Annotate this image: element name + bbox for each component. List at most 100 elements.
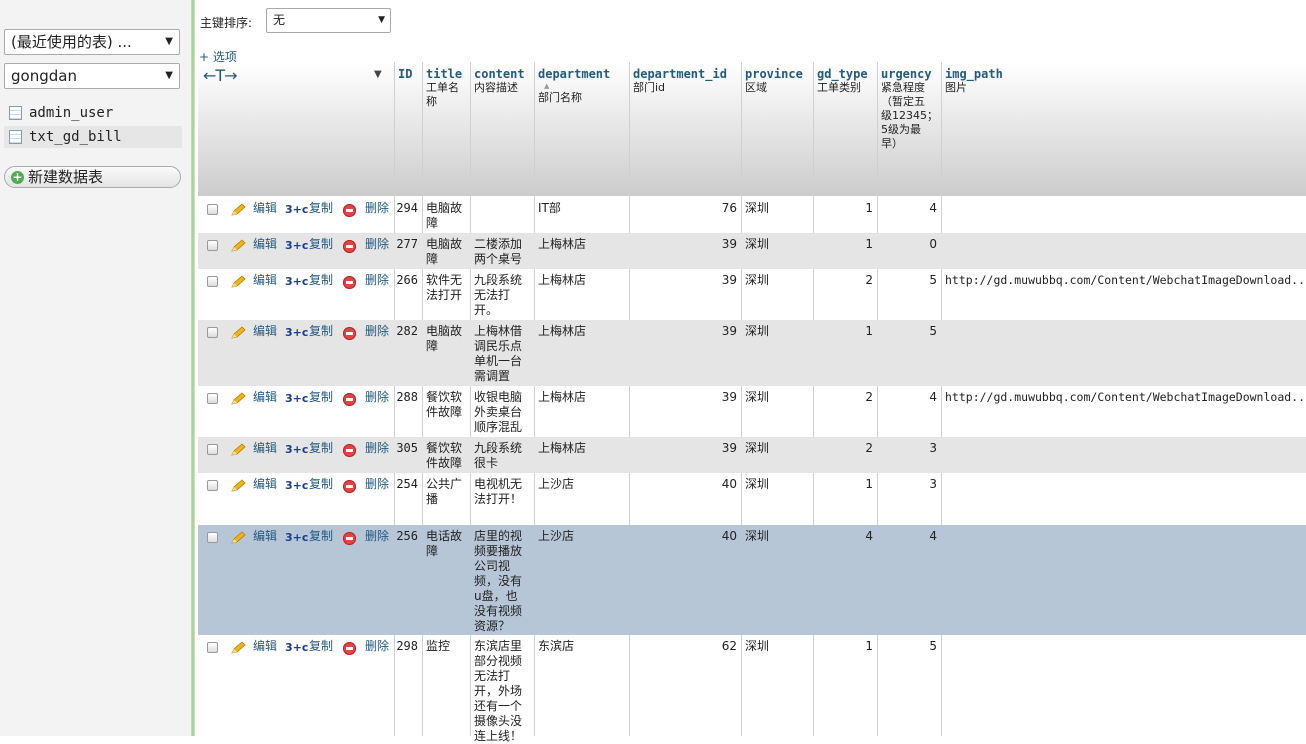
cell-urgency[interactable]: 4: [877, 201, 937, 216]
cell-urgency[interactable]: 5: [877, 639, 937, 654]
delete-icon[interactable]: [343, 276, 356, 289]
column-arrows-icon[interactable]: ←T→: [203, 66, 238, 85]
column-name[interactable]: department_id: [633, 67, 739, 81]
table-item-admin-user[interactable]: admin_user: [4, 102, 182, 124]
delete-icon[interactable]: [343, 480, 356, 493]
edit-icon[interactable]: [230, 392, 246, 406]
delete-button[interactable]: 删除: [365, 273, 389, 288]
database-select[interactable]: gongdan ▼: [4, 63, 180, 89]
cell-department-id[interactable]: 39: [629, 441, 737, 456]
table-row[interactable]: 编辑 3+c 复制 删除 254 公共广 播电视机无 法打开！ 上沙店 40 深圳 1 3: [198, 473, 1306, 525]
edit-icon[interactable]: [230, 531, 246, 545]
cell-id[interactable]: 282: [394, 324, 418, 339]
cell-department-id[interactable]: 40: [629, 529, 737, 544]
row-checkbox[interactable]: [207, 444, 218, 455]
copy-icon[interactable]: 3+c: [285, 326, 308, 339]
column-name[interactable]: content: [474, 67, 532, 81]
copy-icon[interactable]: 3+c: [285, 479, 308, 492]
cell-gd-type[interactable]: 1: [813, 201, 873, 216]
column-name[interactable]: department: [538, 67, 628, 81]
table-row[interactable]: 编辑 3+c 复制 删除 288 餐饮软 件故障 收银电脑 外卖桌台 顺序混乱 上梅林店 39 深…: [198, 386, 1306, 437]
delete-icon[interactable]: [343, 204, 356, 217]
edit-button[interactable]: 编辑: [253, 201, 277, 216]
cell-department[interactable]: 上梅林店: [538, 237, 628, 252]
column-header-title[interactable]: title 工单名 称: [426, 67, 470, 109]
column-header-department[interactable]: department ▲ 部门名称: [538, 67, 628, 105]
cell-gd-type[interactable]: 2: [813, 273, 873, 288]
cell-id[interactable]: 298: [394, 639, 418, 654]
cell-content[interactable]: 九段系统 无法打 开。: [474, 273, 532, 318]
column-header-img-path[interactable]: img_path 图片: [945, 67, 1305, 95]
row-checkbox[interactable]: [207, 642, 218, 653]
copy-button[interactable]: 复制: [309, 237, 333, 252]
cell-title[interactable]: 电脑故 障: [426, 237, 470, 267]
edit-icon[interactable]: [230, 203, 246, 217]
table-row[interactable]: 编辑 3+c 复制 删除 294 电脑故 障 IT部 76 深圳 1 4: [198, 197, 1306, 233]
copy-icon[interactable]: 3+c: [285, 392, 308, 405]
new-table-button[interactable]: + 新建数据表: [4, 166, 181, 188]
cell-gd-type[interactable]: 1: [813, 477, 873, 492]
column-name[interactable]: img_path: [945, 67, 1305, 81]
copy-button[interactable]: 复制: [309, 441, 333, 456]
copy-button[interactable]: 复制: [309, 324, 333, 339]
edit-icon[interactable]: [230, 443, 246, 457]
row-checkbox[interactable]: [207, 240, 218, 251]
cell-department-id[interactable]: 39: [629, 324, 737, 339]
table-row[interactable]: 编辑 3+c 复制 删除 256 电话故 障店里的视 频要播放 公司视 频，没有 u盘，也…: [198, 525, 1306, 635]
table-row[interactable]: 编辑 3+c 复制 删除 266 软件无 法打开 九段系统 无法打 开。 上梅林店 39 深圳 2 5…: [198, 269, 1306, 320]
column-header-ID[interactable]: ID: [398, 67, 422, 81]
cell-gd-type[interactable]: 1: [813, 324, 873, 339]
row-checkbox[interactable]: [207, 204, 218, 215]
cell-img-path[interactable]: http://gd.muwubbq.com/Content/WebchatIma…: [945, 390, 1306, 405]
column-menu-icon[interactable]: ▼: [374, 69, 382, 80]
column-header-urgency[interactable]: urgency 紧急程度 （暂定五 级12345； 5级为最 早）: [881, 67, 939, 151]
sort-by-key-select[interactable]: 无 ▼: [266, 8, 391, 33]
cell-province[interactable]: 深圳: [745, 201, 811, 216]
edit-button[interactable]: 编辑: [253, 529, 277, 544]
delete-icon[interactable]: [343, 240, 356, 253]
cell-province[interactable]: 深圳: [745, 477, 811, 492]
recent-tables-select[interactable]: (最近使用的表) ... ▼: [4, 29, 180, 55]
cell-title[interactable]: 电话故 障: [426, 529, 470, 559]
cell-province[interactable]: 深圳: [745, 237, 811, 252]
cell-title[interactable]: 软件无 法打开: [426, 273, 470, 303]
column-name[interactable]: title: [426, 67, 470, 81]
cell-province[interactable]: 深圳: [745, 273, 811, 288]
cell-gd-type[interactable]: 1: [813, 639, 873, 654]
delete-icon[interactable]: [343, 642, 356, 655]
copy-icon[interactable]: 3+c: [285, 531, 308, 544]
cell-urgency[interactable]: 3: [877, 477, 937, 492]
row-checkbox[interactable]: [207, 393, 218, 404]
copy-icon[interactable]: 3+c: [285, 203, 308, 216]
edit-icon[interactable]: [230, 641, 246, 655]
edit-icon[interactable]: [230, 479, 246, 493]
cell-content[interactable]: 九段系统 很卡: [474, 441, 532, 471]
delete-button[interactable]: 删除: [365, 201, 389, 216]
cell-id[interactable]: 266: [394, 273, 418, 288]
cell-gd-type[interactable]: 2: [813, 441, 873, 456]
cell-urgency[interactable]: 3: [877, 441, 937, 456]
cell-department[interactable]: 上梅林店: [538, 324, 628, 339]
cell-content[interactable]: 上梅林借 调民乐点 单机一台 需调置: [474, 324, 532, 384]
delete-button[interactable]: 删除: [365, 529, 389, 544]
cell-department-id[interactable]: 62: [629, 639, 737, 654]
row-checkbox[interactable]: [207, 276, 218, 287]
table-row[interactable]: 编辑 3+c 复制 删除 282 电脑故 障上梅林借 调民乐点 单机一台 需调置 上梅林店 3…: [198, 320, 1306, 386]
row-checkbox[interactable]: [207, 327, 218, 338]
edit-button[interactable]: 编辑: [253, 477, 277, 492]
copy-button[interactable]: 复制: [309, 273, 333, 288]
edit-button[interactable]: 编辑: [253, 639, 277, 654]
cell-urgency[interactable]: 4: [877, 529, 937, 544]
edit-icon[interactable]: [230, 275, 246, 289]
column-header-gd-type[interactable]: gd_type 工单类别: [817, 67, 875, 95]
delete-icon[interactable]: [343, 327, 356, 340]
copy-button[interactable]: 复制: [309, 477, 333, 492]
cell-urgency[interactable]: 4: [877, 390, 937, 405]
cell-content[interactable]: 电视机无 法打开！: [474, 477, 532, 507]
cell-department-id[interactable]: 39: [629, 273, 737, 288]
cell-urgency[interactable]: 5: [877, 273, 937, 288]
edit-button[interactable]: 编辑: [253, 324, 277, 339]
cell-id[interactable]: 288: [394, 390, 418, 405]
copy-button[interactable]: 复制: [309, 390, 333, 405]
table-row[interactable]: 编辑 3+c 复制 删除 305 餐饮软 件故障 九段系统 很卡 上梅林店 39 深圳 2 3: [198, 437, 1306, 473]
